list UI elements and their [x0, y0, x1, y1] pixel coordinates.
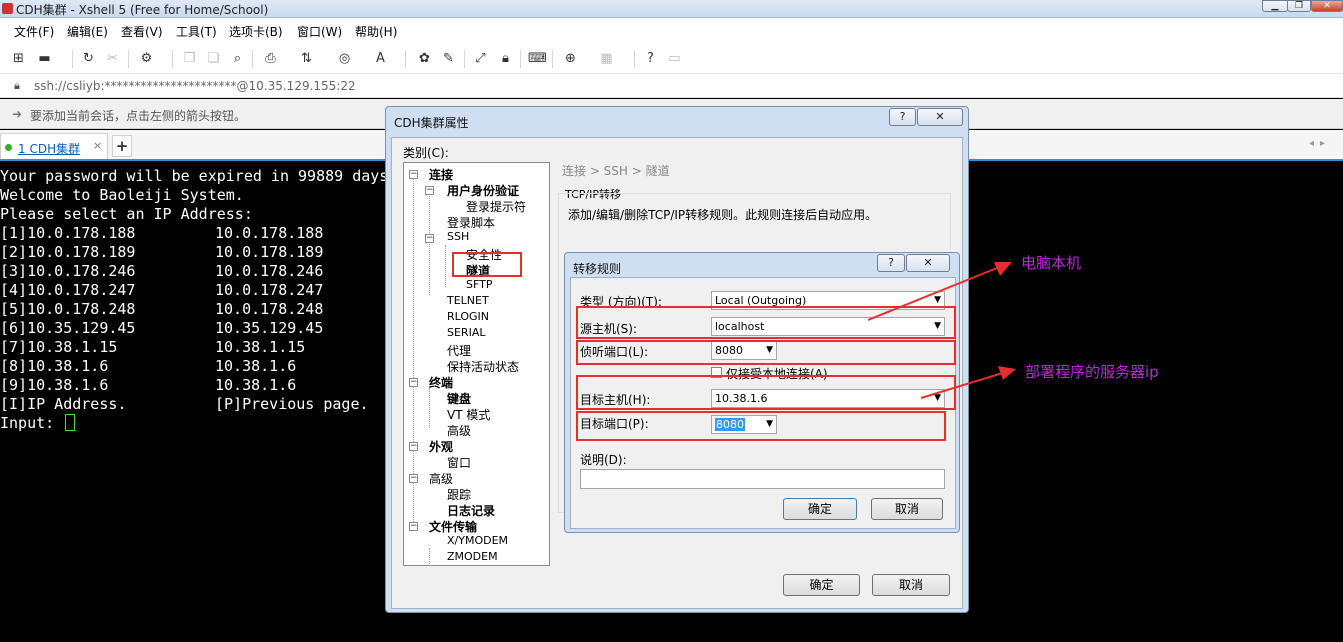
arrow-line-server-ip [920, 371, 1007, 399]
arrowhead-server-ip [998, 366, 1016, 380]
annotation-server-ip: 部署程序的服务器ip [1025, 363, 1159, 381]
annotation-local-pc: 电脑本机 [1021, 254, 1082, 272]
annotation-arrows [867, 262, 1016, 399]
arrow-line-local-pc [867, 265, 1003, 321]
